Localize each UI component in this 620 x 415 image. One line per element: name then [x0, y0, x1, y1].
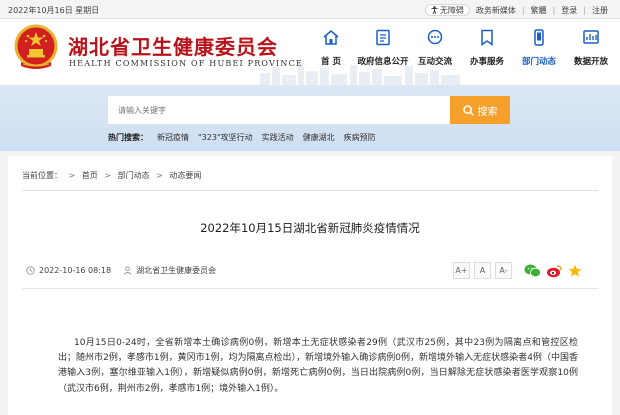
hot-search-label: 热门搜索： [108, 133, 148, 142]
breadcrumb-separator: > [68, 171, 76, 180]
hot-term[interactable]: "323"攻坚行动 [198, 132, 253, 143]
wechat-icon[interactable] [524, 264, 541, 278]
breadcrumb: 当前位置： > 首页 > 部门动态 > 动态要闻 [22, 170, 201, 181]
article-meta: 2022-10-16 08:18 湖北省卫生健康委员会 [26, 265, 216, 276]
search-button-label: 搜索 [477, 106, 498, 118]
breadcrumb-label: 当前位置： [22, 171, 62, 180]
site-subtitle: HEALTH COMMISSION OF HUBEI PROVINCE [69, 59, 303, 68]
source-icon [123, 266, 132, 275]
bookmark-icon [481, 29, 493, 46]
mobile-icon [534, 29, 544, 46]
nav-department-news-label: 部门动态 [521, 57, 556, 67]
breadcrumb-separator: > [104, 171, 112, 180]
chat-icon [427, 29, 443, 45]
nav-open-data-label: 数据开放 [573, 57, 608, 67]
hot-term[interactable]: 疾病预防 [344, 132, 376, 143]
site-title: 湖北省卫生健康委员会 [68, 35, 278, 59]
utility-links: 无障碍 政务新媒体 | 繁體 | 登录 | 注册 [424, 4, 608, 16]
accessibility-button[interactable]: 无障碍 [424, 4, 470, 16]
nav-interaction-label: 互动交流 [417, 57, 452, 67]
nav-services[interactable]: 办事服务 [461, 29, 513, 68]
search-icon [462, 104, 474, 116]
share-buttons [524, 264, 582, 278]
search-band: 搜索 热门搜索： 新冠疫情 "323"攻坚行动 实践活动 健康湖北 疾病预防 [0, 85, 620, 151]
nav-gov-info-label: 政府信息公开 [357, 57, 409, 67]
hot-term[interactable]: 健康湖北 [303, 132, 335, 143]
font-default-button[interactable]: A [474, 262, 491, 279]
article-source: 湖北省卫生健康委员会 [136, 266, 217, 275]
document-icon [376, 29, 390, 46]
search-button[interactable]: 搜索 [450, 96, 510, 124]
main-nav: 首 页 政府信息公开 互动交流 办事服务 部门动态 数据开放 [305, 29, 617, 68]
accessibility-label: 无障碍 [439, 5, 464, 15]
home-icon [323, 30, 339, 45]
article-tools: A+ A A- [453, 262, 582, 279]
publish-datetime: 2022-10-16 08:18 [39, 266, 112, 275]
nav-gov-info[interactable]: 政府信息公开 [357, 29, 409, 68]
breadcrumb-home[interactable]: 首页 [82, 171, 98, 180]
traditional-chinese-link[interactable]: 繁體 [531, 5, 547, 16]
article-title: 2022年10月15日湖北省新冠肺炎疫情情况 [200, 221, 420, 235]
separator: | [583, 5, 586, 15]
separator: | [521, 5, 525, 15]
nav-open-data[interactable]: 数据开放 [565, 29, 617, 68]
favorite-star-icon[interactable] [568, 264, 582, 278]
hot-search: 热门搜索： 新冠疫情 "323"攻坚行动 实践活动 健康湖北 疾病预防 [108, 132, 376, 143]
search-input[interactable] [108, 96, 450, 124]
breadcrumb-department-news[interactable]: 部门动态 [118, 171, 150, 180]
nav-services-label: 办事服务 [469, 57, 504, 67]
hot-term[interactable]: 实践活动 [262, 132, 294, 143]
data-icon [583, 30, 599, 44]
clock-icon [26, 266, 35, 275]
divider [22, 288, 598, 289]
nav-interaction[interactable]: 互动交流 [409, 29, 461, 68]
divider [22, 190, 598, 191]
font-decrease-button[interactable]: A- [495, 262, 512, 279]
weibo-icon[interactable] [546, 264, 563, 278]
new-media-link[interactable]: 政务新媒体 [476, 5, 516, 16]
hot-term[interactable]: 新冠疫情 [157, 132, 189, 143]
article-body: 10月15日0-24时，全省新增本土确诊病例0例，新增本土无症状感染者29例（武… [58, 338, 578, 394]
breadcrumb-separator: > [156, 171, 163, 180]
register-link[interactable]: 注册 [592, 5, 608, 16]
article-card: 当前位置： > 首页 > 部门动态 > 动态要闻 2022年10月15日湖北省新… [8, 156, 612, 415]
font-increase-button[interactable]: A+ [453, 262, 470, 279]
breadcrumb-news-highlights[interactable]: 动态要闻 [169, 171, 201, 180]
accessibility-icon [431, 6, 438, 14]
login-link[interactable]: 登录 [561, 5, 577, 16]
nav-home-label: 首 页 [321, 57, 341, 67]
nav-home[interactable]: 首 页 [305, 29, 357, 68]
nav-department-news[interactable]: 部门动态 [513, 29, 565, 68]
site-header: 湖北省卫生健康委员会 HEALTH COMMISSION OF HUBEI PR… [0, 19, 620, 85]
national-emblem-logo [14, 24, 58, 69]
top-utility-bar: 2022年10月16日 星期日 无障碍 政务新媒体 | 繁體 | 登录 | 注册 [0, 0, 620, 19]
current-date: 2022年10月16日 星期日 [8, 6, 100, 15]
separator: | [552, 5, 556, 15]
